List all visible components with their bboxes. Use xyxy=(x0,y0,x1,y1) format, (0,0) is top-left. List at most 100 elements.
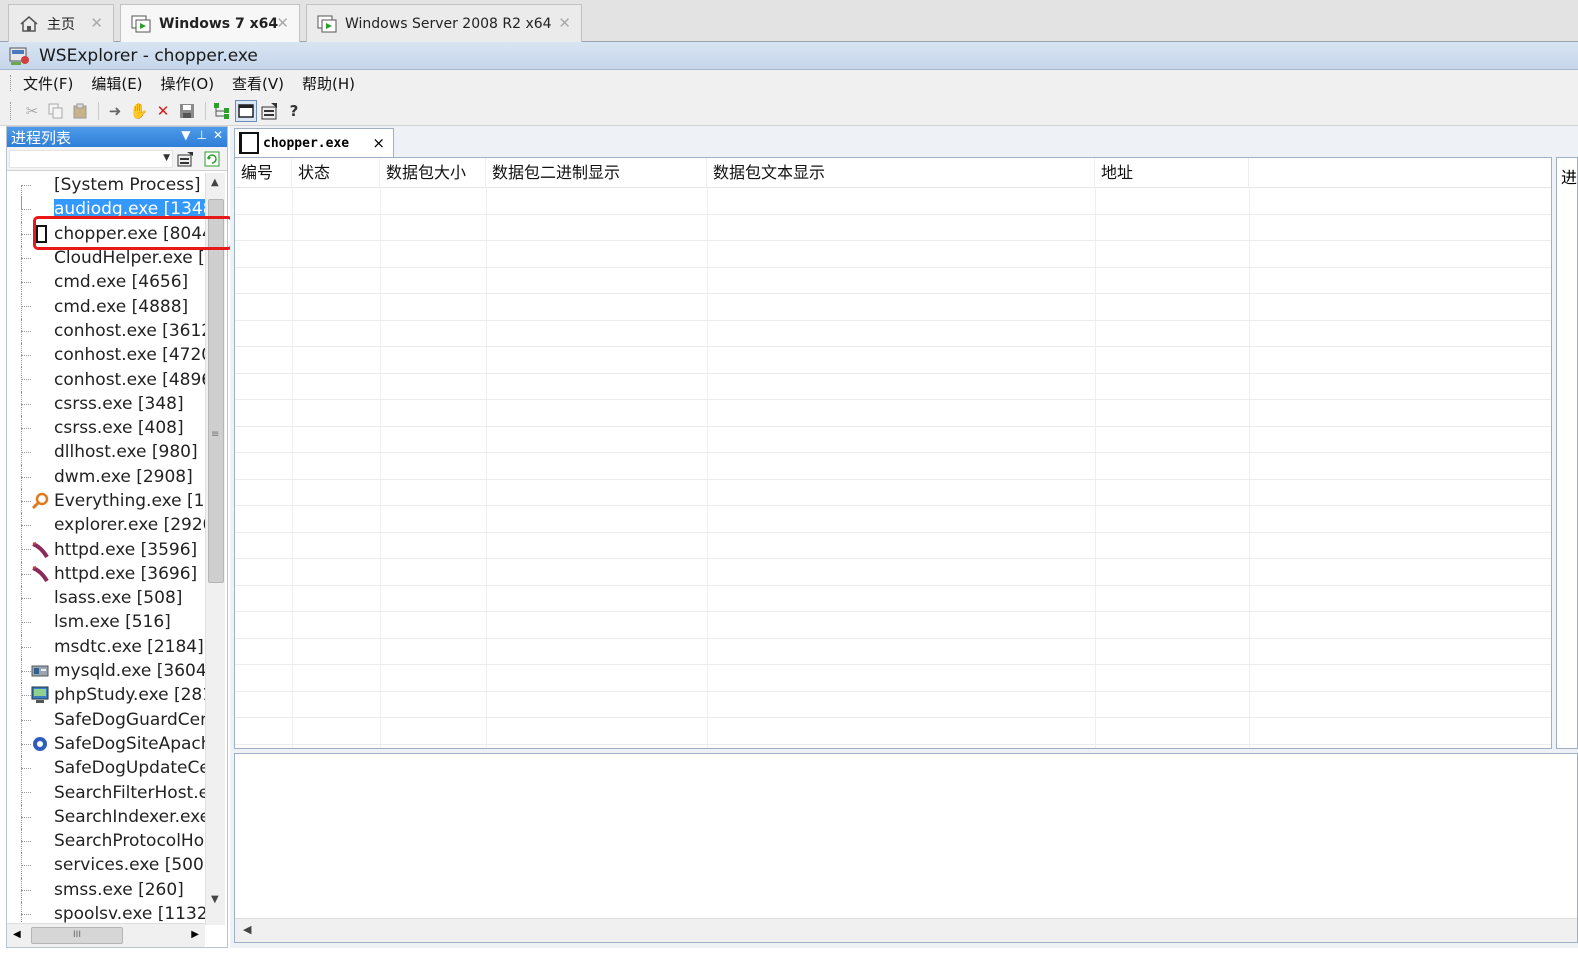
feather-icon xyxy=(31,541,49,559)
list-item[interactable]: spoolsv.exe [1132] xyxy=(7,901,205,925)
column-header-size[interactable]: 数据包大小 xyxy=(380,158,486,188)
refresh-icon[interactable] xyxy=(203,150,221,168)
list-item[interactable]: lsass.exe [508] xyxy=(7,586,205,611)
list-item[interactable]: SearchFilterHost.e xyxy=(7,780,205,805)
column-header-binary[interactable]: 数据包二进制显示 xyxy=(486,158,707,188)
vm-tab-server2008[interactable]: Windows Server 2008 R2 x64 ✕ xyxy=(306,4,582,42)
packet-table: 编号 状态 数据包大小 数据包二进制显示 数据包文本显示 地址 xyxy=(234,157,1552,749)
paste-icon[interactable] xyxy=(69,100,91,122)
hand-icon[interactable]: ✋ xyxy=(128,100,150,122)
list-item[interactable]: SafeDogSiteApach xyxy=(7,731,205,757)
toolbar-grip xyxy=(10,101,13,120)
list-item[interactable]: Everything.exe [10 xyxy=(7,488,205,514)
menu-file[interactable]: 文件(F) xyxy=(23,73,73,94)
menu-bar: 文件(F) 编辑(E) 操作(O) 查看(V) 帮助(H) xyxy=(0,70,1578,96)
list-item[interactable]: httpd.exe [3696] xyxy=(7,561,205,587)
process-filter-combo[interactable]: ▼ xyxy=(9,150,173,168)
vertical-scrollbar[interactable]: ▲ ≡ ▼ xyxy=(205,173,225,925)
close-icon[interactable]: ✕ xyxy=(558,14,571,32)
stop-icon[interactable]: ✕ xyxy=(152,100,174,122)
list-item[interactable]: cmd.exe [4888] xyxy=(7,294,205,319)
clipped-label: 进 xyxy=(1561,168,1578,187)
window-icon[interactable] xyxy=(235,99,257,122)
close-icon[interactable]: ✕ xyxy=(276,14,289,32)
list-item[interactable]: dllhost.exe [980] xyxy=(7,440,205,465)
horizontal-scrollbar[interactable]: ◀ xyxy=(235,918,1577,942)
list-item[interactable]: SafeDogGuardCen xyxy=(7,707,205,732)
table-row xyxy=(235,480,1551,506)
column-header-text[interactable]: 数据包文本显示 xyxy=(707,158,1095,188)
properties-icon[interactable] xyxy=(259,100,281,122)
table-row xyxy=(235,241,1551,268)
table-row xyxy=(235,427,1551,453)
list-item[interactable]: mysqld.exe [3604] xyxy=(7,658,205,684)
list-item[interactable]: services.exe [500] xyxy=(7,853,205,878)
list-item[interactable]: [System Process] [0 xyxy=(7,173,205,210)
list-item[interactable]: msdtc.exe [2184] xyxy=(7,634,205,659)
table-row xyxy=(235,321,1551,347)
scroll-left-icon[interactable]: ◀ xyxy=(243,923,251,936)
close-icon[interactable]: × xyxy=(372,134,385,152)
properties-icon[interactable] xyxy=(177,150,195,168)
list-item[interactable]: SearchIndexer.exe xyxy=(7,804,205,830)
process-label: SafeDogGuardCen xyxy=(54,709,205,730)
window-title: WSExplorer - chopper.exe xyxy=(39,45,258,66)
vm-tab-windows7[interactable]: Windows 7 x64 ✕ xyxy=(120,4,300,42)
scroll-thumb[interactable] xyxy=(208,199,224,583)
list-item[interactable]: conhost.exe [4720] xyxy=(7,343,205,368)
list-item[interactable]: csrss.exe [408] xyxy=(7,415,205,441)
scroll-down-icon[interactable]: ▼ xyxy=(211,894,219,905)
horizontal-scrollbar[interactable]: ◀ III ▶ xyxy=(7,923,205,947)
close-icon[interactable]: ✕ xyxy=(90,14,103,32)
table-row xyxy=(235,586,1551,612)
list-item[interactable]: explorer.exe [2920 xyxy=(7,513,205,538)
column-header-id[interactable]: 编号 xyxy=(235,158,292,188)
tree-icon[interactable] xyxy=(211,100,233,122)
vm-tab-home[interactable]: 主页 ✕ xyxy=(8,4,114,42)
list-item[interactable]: conhost.exe [3612] xyxy=(7,318,205,344)
list-item[interactable]: csrss.exe [348] xyxy=(7,391,205,416)
column-header-status[interactable]: 状态 xyxy=(292,158,380,188)
chevron-down-icon[interactable]: ▼ xyxy=(163,153,170,163)
scroll-thumb[interactable]: III xyxy=(31,927,123,944)
list-item[interactable]: SearchProtocolHo xyxy=(7,829,205,854)
menu-operate[interactable]: 操作(O) xyxy=(161,73,215,94)
process-tree: [System Process] [0 audiodg.exe [1348 ch… xyxy=(7,173,205,925)
dropdown-icon[interactable]: ▼ xyxy=(181,128,190,142)
panel-toolbar: ▼ xyxy=(7,147,227,171)
list-item[interactable]: conhost.exe [4896] xyxy=(7,367,205,392)
process-label: conhost.exe [3612] xyxy=(54,320,205,341)
pin-icon[interactable]: ⊥ xyxy=(196,128,206,142)
process-label: csrss.exe [408] xyxy=(54,418,184,439)
process-label: services.exe [500] xyxy=(54,855,205,876)
close-icon[interactable]: ✕ xyxy=(213,128,223,142)
list-item[interactable]: lsm.exe [516] xyxy=(7,610,205,635)
table-row xyxy=(235,639,1551,665)
list-item[interactable]: phpStudy.exe [281 xyxy=(7,683,205,708)
menu-help[interactable]: 帮助(H) xyxy=(302,73,355,94)
forward-icon[interactable]: ➜ xyxy=(104,100,126,122)
copy-icon[interactable] xyxy=(45,100,67,122)
side-panel-clipped: 进 xyxy=(1556,157,1578,749)
list-item[interactable]: SafeDogUpdateCe xyxy=(7,756,205,781)
table-row xyxy=(235,559,1551,586)
help-icon[interactable]: ? xyxy=(283,100,305,122)
process-label: cmd.exe [4888] xyxy=(54,296,189,317)
save-icon[interactable] xyxy=(176,100,198,122)
menu-view[interactable]: 查看(V) xyxy=(232,73,284,94)
column-header-address[interactable]: 地址 xyxy=(1095,158,1249,188)
app-icon xyxy=(9,46,31,66)
list-item[interactable]: cmd.exe [4656] xyxy=(7,270,205,295)
list-item[interactable]: httpd.exe [3596] xyxy=(7,537,205,562)
process-label: [System Process] [0 xyxy=(54,175,205,196)
menu-edit[interactable]: 编辑(E) xyxy=(91,73,142,94)
scroll-up-icon[interactable]: ▲ xyxy=(211,177,219,188)
scroll-left-icon[interactable]: ◀ xyxy=(13,929,21,940)
process-label: mysqld.exe [3604] xyxy=(54,661,205,682)
process-label: phpStudy.exe [281 xyxy=(54,685,205,706)
list-item[interactable]: dwm.exe [2908] xyxy=(7,464,205,489)
cut-icon[interactable]: ✂ xyxy=(21,100,43,122)
tab-chopper[interactable]: chopper.exe × xyxy=(234,128,394,157)
list-item[interactable]: smss.exe [260] xyxy=(7,877,205,902)
scroll-right-icon[interactable]: ▶ xyxy=(191,929,199,940)
